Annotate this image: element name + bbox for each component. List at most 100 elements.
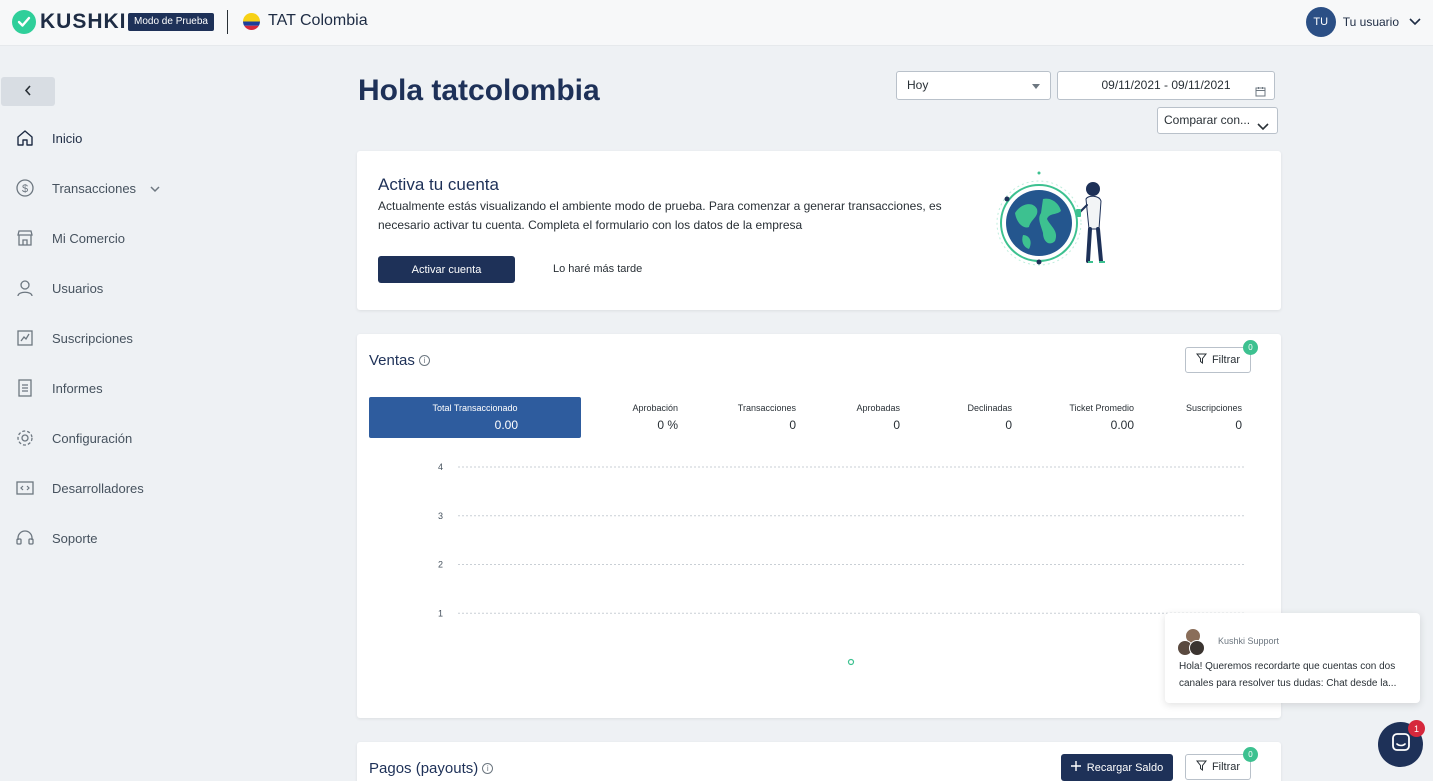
filter-count-badge: 0 — [1243, 340, 1258, 355]
kpi-value: 0 — [893, 418, 900, 432]
support-avatars — [1177, 628, 1209, 658]
period-select[interactable]: Hoy — [896, 71, 1051, 100]
colombia-flag-icon — [243, 12, 260, 30]
sidebar-item-label: Mi Comercio — [52, 230, 125, 246]
kpi-suscripciones[interactable]: Suscripciones 0 — [1159, 397, 1242, 438]
later-link[interactable]: Lo haré más tarde — [553, 263, 642, 275]
data-point[interactable] — [847, 658, 855, 666]
kpi-total-transaccionado[interactable]: Total Transaccionado 0.00 — [369, 397, 581, 438]
filter-icon — [1195, 760, 1207, 774]
kpi-declinadas[interactable]: Declinadas 0 — [929, 397, 1012, 438]
recharge-balance-button[interactable]: Recargar Saldo — [1061, 754, 1173, 781]
kushki-logo[interactable]: KUSHKI — [12, 10, 127, 34]
payouts-title: Pagos (payouts) i — [369, 760, 494, 777]
home-icon — [15, 128, 35, 148]
kpi-label: Aprobadas — [856, 403, 900, 413]
chat-launcher-button[interactable]: 1 — [1378, 720, 1425, 767]
gear-icon — [15, 428, 35, 448]
y-tick-label: 4 — [438, 462, 443, 472]
sidebar-item-usuarios[interactable]: Usuarios — [0, 263, 240, 313]
page-title: Hola tatcolombia — [358, 74, 600, 107]
filter-count-badge: 0 — [1243, 747, 1258, 762]
chat-icon — [1391, 732, 1411, 757]
chat-sender: Kushki Support — [1218, 636, 1280, 646]
filter-label: Filtrar — [1211, 761, 1241, 773]
kpi-value: 0 % — [657, 418, 678, 432]
subscription-icon — [15, 328, 35, 348]
y-tick-label: 1 — [438, 608, 443, 618]
user-name: Tu usuario — [1342, 15, 1399, 29]
sales-chart: 4 3 2 1 — [438, 462, 1245, 666]
sidebar-item-configuracion[interactable]: Configuración — [0, 413, 240, 463]
recharge-label: Recargar Saldo — [1086, 761, 1164, 774]
code-icon — [15, 478, 35, 498]
sidebar-item-label: Informes — [52, 380, 103, 396]
sidebar-item-transacciones[interactable]: $ Transacciones — [0, 163, 240, 213]
avatar: TU — [1305, 7, 1336, 37]
store-icon — [15, 228, 35, 248]
unread-badge: 1 — [1408, 720, 1425, 737]
kpi-label: Ticket Promedio — [1069, 403, 1134, 413]
activate-account-card: Activa tu cuenta Actualmente estás visua… — [357, 151, 1281, 310]
sidebar-item-label: Inicio — [52, 130, 83, 146]
payouts-card: Pagos (payouts) i Recargar Saldo Filtrar… — [357, 742, 1281, 781]
sidebar-item-label: Soporte — [52, 530, 98, 546]
sidebar-item-suscripciones[interactable]: Suscripciones — [0, 313, 240, 363]
activate-title: Activa tu cuenta — [378, 175, 499, 194]
kpi-value: 0.00 — [1110, 418, 1134, 432]
chat-message: Hola! Queremos recordarte que cuentas co… — [1179, 661, 1397, 689]
svg-text:$: $ — [22, 183, 28, 195]
chevron-down-icon — [150, 181, 160, 196]
kpi-value: 0 — [789, 418, 796, 432]
check-logo-icon — [12, 10, 36, 34]
sales-title: Ventas i — [369, 352, 430, 369]
plus-icon — [1070, 761, 1081, 774]
sidebar-item-informes[interactable]: Informes — [0, 363, 240, 413]
sidebar-item-label: Transacciones — [52, 180, 137, 196]
sidebar-item-inicio[interactable]: Inicio — [0, 113, 240, 163]
payouts-title-text: Pagos (payouts) — [369, 760, 479, 777]
sidebar-item-desarrolladores[interactable]: Desarrolladores — [0, 463, 240, 513]
info-icon[interactable]: i — [482, 763, 494, 774]
sidebar-item-soporte[interactable]: Soporte — [0, 513, 240, 563]
date-range-value: 09/11/2021 - 09/11/2021 — [1101, 78, 1231, 92]
header-divider — [227, 10, 228, 34]
globe-illustration — [993, 169, 1123, 274]
kpi-aprobadas[interactable]: Aprobadas 0 — [819, 397, 900, 438]
chevron-down-icon — [1257, 115, 1269, 140]
compare-select[interactable]: Comparar con... — [1157, 107, 1278, 134]
kpi-row: Total Transaccionado 0.00 Aprobación 0 %… — [369, 397, 1259, 438]
kpi-ticket-promedio[interactable]: Ticket Promedio 0.00 — [1049, 397, 1134, 438]
kpi-value: 0 — [1005, 418, 1012, 432]
kpi-label: Suscripciones — [1185, 403, 1242, 413]
kpi-value: 0 — [1235, 418, 1242, 432]
chat-notification[interactable]: Kushki Support Hola! Queremos recordarte… — [1165, 613, 1420, 703]
merchant-selector[interactable]: TAT Colombia — [243, 12, 368, 30]
kpi-label: Total Transaccionado — [432, 403, 518, 413]
report-icon — [15, 378, 35, 398]
sidebar-nav: Inicio $ Transacciones Mi Comercio Usuar… — [0, 113, 240, 563]
sidebar-item-label: Configuración — [52, 430, 133, 446]
calendar-icon — [1255, 80, 1266, 107]
sales-filter-button[interactable]: Filtrar 0 — [1185, 340, 1258, 373]
kpi-transacciones[interactable]: Transacciones 0 — [699, 397, 796, 438]
kpi-aprobacion[interactable]: Aprobación 0 % — [589, 397, 678, 438]
payouts-filter-button[interactable]: Filtrar 0 — [1185, 747, 1258, 780]
compare-select-value: Comparar con... — [1164, 113, 1251, 127]
date-range-picker[interactable]: 09/11/2021 - 09/11/2021 — [1057, 71, 1275, 100]
activate-description: Actualmente estás visualizando el ambien… — [378, 199, 942, 232]
filter-label: Filtrar — [1211, 354, 1241, 366]
dollar-circle-icon: $ — [15, 178, 35, 198]
activate-account-button[interactable]: Activar cuenta — [378, 256, 515, 283]
info-icon[interactable]: i — [418, 355, 430, 366]
sales-title-text: Ventas — [369, 352, 415, 369]
brand-name: KUSHKI — [40, 10, 127, 33]
caret-down-icon — [1032, 84, 1040, 89]
collapse-sidebar-button[interactable] — [1, 77, 55, 106]
headset-icon — [15, 528, 35, 548]
user-menu[interactable]: TU Tu usuario — [1305, 7, 1421, 37]
sidebar-item-label: Suscripciones — [52, 330, 133, 346]
kpi-value: 0.00 — [494, 418, 518, 432]
merchant-name: TAT Colombia — [268, 12, 368, 29]
sidebar-item-mi-comercio[interactable]: Mi Comercio — [0, 213, 240, 263]
